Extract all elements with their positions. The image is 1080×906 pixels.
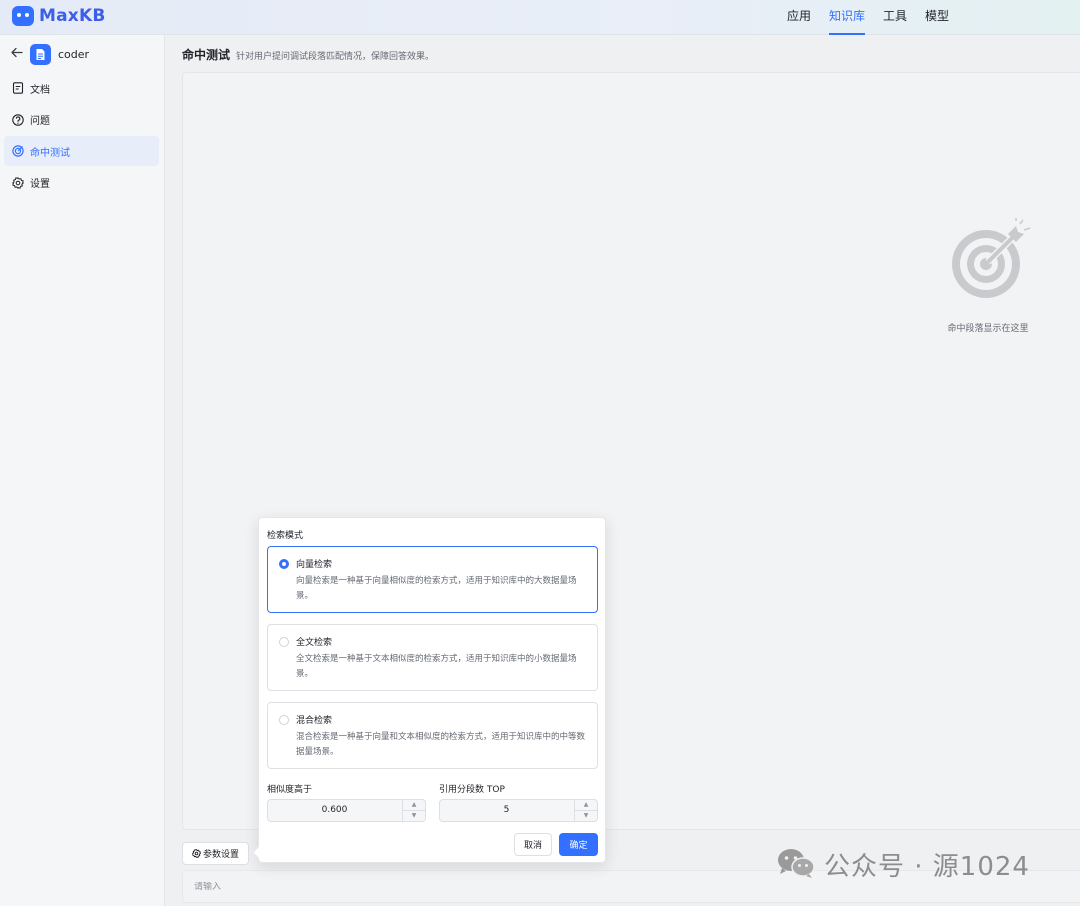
gear-icon [191,849,201,858]
top-nav: 应用 知识库 工具 模型 [778,0,958,35]
mode-card-fulltext[interactable]: 全文检索 全文检索是一种基于文本相似度的检索方式，适用于知识库中的小数据量场景。 [267,624,598,691]
sidebar-item-label: 设置 [30,179,50,190]
back-arrow-icon[interactable] [10,46,24,63]
logo[interactable]: MaxKB [12,6,106,26]
chevron-down-icon[interactable]: ▼ [575,811,597,822]
sidebar: coder 文档 问题 命中测试 设置 [0,35,165,906]
mode-description: 混合检索是一种基于向量和文本相似度的检索方式，适用于知识库中的中等数据量场景。 [296,732,586,757]
top-n-label: 引用分段数 TOP [439,785,505,795]
sidebar-item-label: 问题 [30,116,50,127]
sidebar-item-label: 文档 [30,84,50,96]
watermark: 公众号 · 源1024 [776,846,1030,883]
mode-name: 全文检索 [296,638,333,648]
confirm-button[interactable]: 确定 [559,833,598,856]
param-settings-label: 参数设置 [202,850,239,860]
radio-vector[interactable] [279,559,289,569]
search-settings-popover: 检索模式 向量检索 向量检索是一种基于向量相似度的检索方式，适用于知识库中的大数… [258,517,606,863]
search-mode-title: 检索模式 [267,531,304,541]
sidebar-item-documents[interactable]: 文档 [4,73,159,103]
document-icon [11,82,24,95]
mode-description: 向量检索是一种基于向量相似度的检索方式，适用于知识库中的大数据量场景。 [296,576,577,601]
knowledge-base-name: coder [58,48,90,61]
question-icon [11,113,24,126]
similarity-stepper[interactable]: 0.600 ▲ ▼ [267,799,426,822]
chevron-up-icon[interactable]: ▲ [403,800,425,811]
target-illustration-icon [948,218,1034,304]
mode-card-hybrid[interactable]: 混合检索 混合检索是一种基于向量和文本相似度的检索方式，适用于知识库中的中等数据… [267,702,598,769]
target-icon [11,145,24,158]
sidebar-menu: 文档 问题 命中测试 设置 [4,73,159,199]
sidebar-item-settings[interactable]: 设置 [4,168,159,198]
top-n-value[interactable]: 5 [440,800,573,821]
mode-card-vector[interactable]: 向量检索 向量检索是一种基于向量相似度的检索方式，适用于知识库中的大数据量场景。 [267,546,598,613]
top-header: MaxKB 应用 知识库 工具 模型 [0,0,1080,35]
page-title: 命中测试 针对用户提问调试段落匹配情况，保障回答效果。 [182,46,434,63]
top-n-stepper[interactable]: 5 ▲ ▼ [439,799,598,822]
cancel-button[interactable]: 取消 [514,833,552,856]
gear-icon [11,176,24,189]
chevron-down-icon[interactable]: ▼ [403,811,425,822]
param-settings-button[interactable]: 参数设置 [182,842,249,865]
logo-text: MaxKB [39,6,106,26]
mode-name: 向量检索 [296,560,333,570]
stepper-arrows: ▲ ▼ [574,800,597,821]
empty-state-text: 命中段落显示在这里 [947,324,1029,334]
similarity-label: 相似度高于 [267,785,313,795]
mode-description: 全文检索是一种基于文本相似度的检索方式，适用于知识库中的小数据量场景。 [296,654,577,679]
sidebar-item-hit-test[interactable]: 命中测试 [4,136,159,166]
page-title-text: 命中测试 [182,48,231,62]
chevron-up-icon[interactable]: ▲ [575,800,597,811]
watermark-text: 公众号 · 源1024 [824,852,1030,882]
question-input[interactable] [194,881,1069,892]
nav-item-knowledge[interactable]: 知识库 [820,0,874,35]
logo-icon [12,6,34,26]
nav-item-tools[interactable]: 工具 [874,0,916,35]
sidebar-item-questions[interactable]: 问题 [4,105,159,135]
nav-item-apps[interactable]: 应用 [778,0,820,35]
similarity-value[interactable]: 0.600 [268,800,401,821]
stepper-arrows: ▲ ▼ [402,800,425,821]
mode-name: 混合检索 [296,716,333,726]
nav-item-models[interactable]: 模型 [916,0,958,35]
knowledge-base-icon [30,44,51,65]
radio-hybrid[interactable] [279,715,289,725]
wechat-icon [776,847,816,882]
radio-fulltext[interactable] [279,637,289,647]
page-description: 针对用户提问调试段落匹配情况，保障回答效果。 [236,52,435,62]
kb-header: coder [10,44,89,65]
sidebar-item-label: 命中测试 [30,147,70,159]
